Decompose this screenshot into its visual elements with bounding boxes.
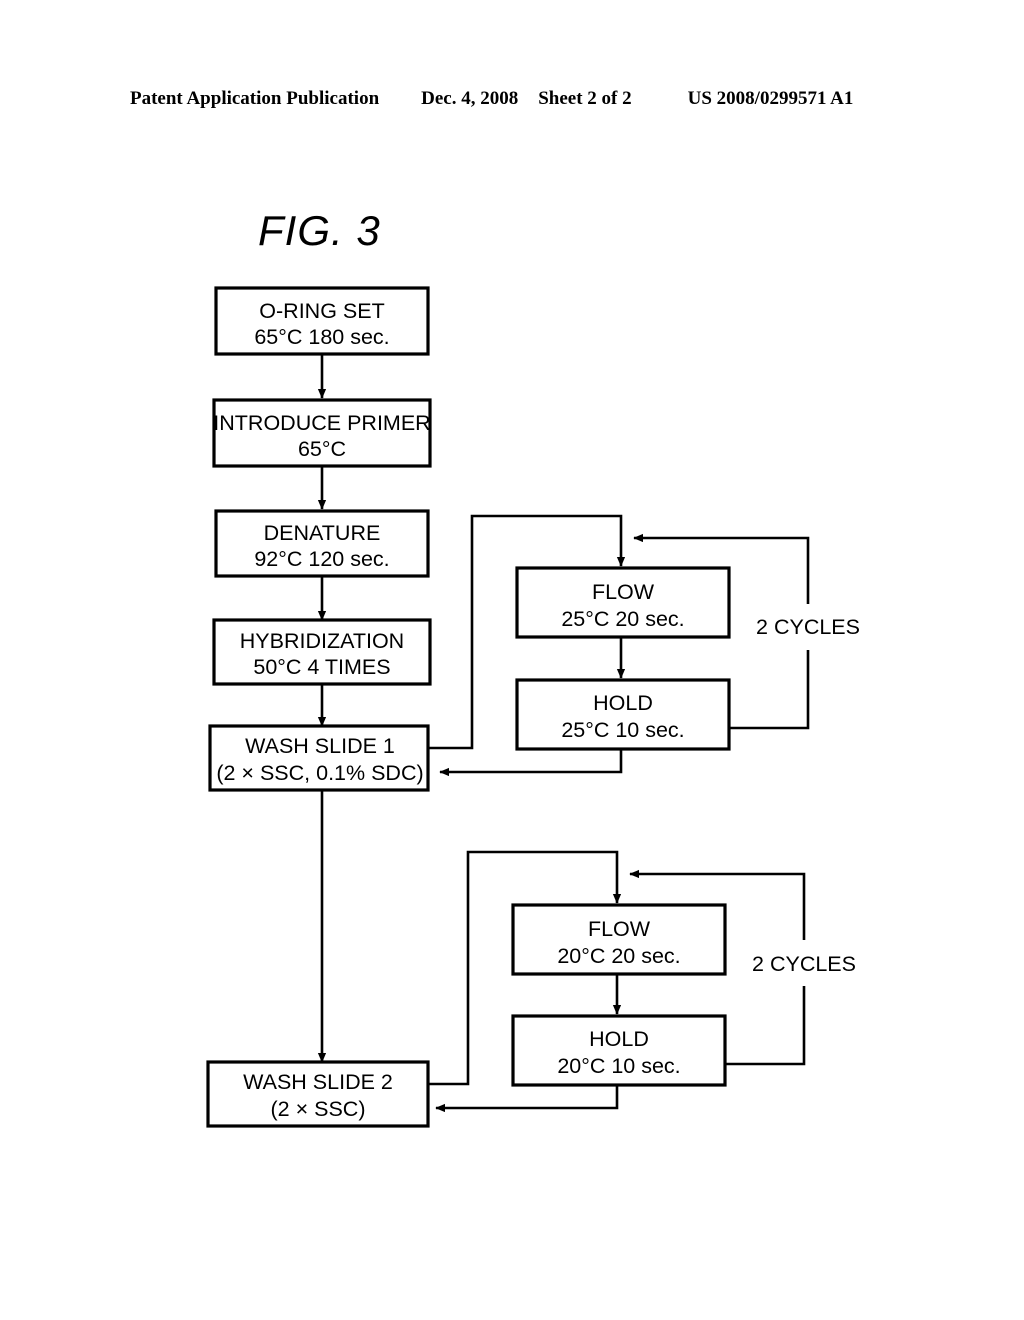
node-line-1: HYBRIDIZATION <box>240 629 404 653</box>
node-line-1: HOLD <box>589 1027 649 1051</box>
edge-hold-upper-loop-a <box>729 650 810 730</box>
edge-hold-lower-to-wash2 <box>435 1085 619 1113</box>
flowchart-diagram: O-RING SET 65°C 180 sec. INTRODUCE PRIME… <box>206 286 860 1128</box>
node-line-2: 50°C 4 TIMES <box>253 655 390 679</box>
patent-figure-page: Patent Application Publication Dec. 4, 2… <box>0 0 1024 1320</box>
node-flow-lower: FLOW 20°C 20 sec. <box>511 903 727 976</box>
node-hold-lower: HOLD 20°C 10 sec. <box>511 1014 727 1087</box>
node-hybridization: HYBRIDIZATION 50°C 4 TIMES <box>212 618 432 686</box>
node-denature: DENATURE 92°C 120 sec. <box>214 509 430 578</box>
node-line-1: HOLD <box>593 691 653 715</box>
node-wash-slide-1: WASH SLIDE 1 (2 × SSC, 0.1% SDC) <box>208 724 430 792</box>
node-line-2: 25°C 20 sec. <box>561 607 684 631</box>
node-line-1: WASH SLIDE 1 <box>245 734 395 758</box>
node-flow-upper: FLOW 25°C 20 sec. <box>515 566 731 639</box>
node-line-2: (2 × SSC, 0.1% SDC) <box>216 761 423 785</box>
node-wash-slide-2: WASH SLIDE 2 (2 × SSC) <box>206 1060 430 1128</box>
node-line-2: 65°C 180 sec. <box>254 325 389 349</box>
node-line-2: (2 × SSC) <box>271 1097 366 1121</box>
annotation-cycles-lower: 2 CYCLES <box>752 952 856 976</box>
node-o-ring-set: O-RING SET 65°C 180 sec. <box>214 286 430 356</box>
node-line-1: FLOW <box>592 580 655 604</box>
node-line-2: 20°C 20 sec. <box>557 944 680 968</box>
edge-hold-lower-loop-a <box>725 986 806 1066</box>
edge-hold-upper-to-wash1 <box>439 749 623 777</box>
node-line-1: WASH SLIDE 2 <box>243 1070 393 1094</box>
node-line-1: DENATURE <box>264 521 381 545</box>
node-line-2: 92°C 120 sec. <box>254 547 389 571</box>
annotation-cycles-upper: 2 CYCLES <box>756 615 860 639</box>
node-line-1: FLOW <box>588 917 651 941</box>
node-line-2: 25°C 10 sec. <box>561 718 684 742</box>
node-introduce-primer: INTRODUCE PRIMER 65°C <box>212 398 432 468</box>
node-line-2: 65°C <box>298 437 346 461</box>
node-line-1: INTRODUCE PRIMER <box>213 411 430 435</box>
node-line-2: 20°C 10 sec. <box>557 1054 680 1078</box>
node-line-1: O-RING SET <box>259 299 384 323</box>
node-hold-upper: HOLD 25°C 10 sec. <box>515 678 731 751</box>
